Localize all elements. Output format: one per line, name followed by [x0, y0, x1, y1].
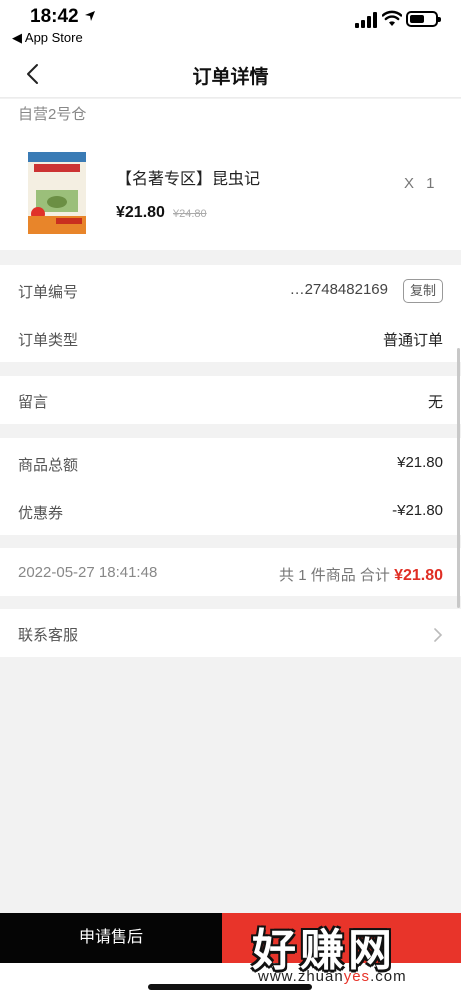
message-value: 无: [427, 394, 443, 411]
order-total-summary: 共 1 件商品 合计 ¥21.80: [279, 564, 443, 585]
chevron-right-icon: [434, 628, 443, 642]
contact-service-label: 联系客服: [18, 627, 79, 644]
order-number-value: …2748482169: [289, 281, 388, 298]
product-price: ¥21.80: [116, 204, 165, 221]
order-total-amount: ¥21.80: [394, 567, 443, 584]
nav-bar: 订单详情: [0, 52, 461, 98]
message-label: 留言: [18, 394, 49, 411]
status-time: 18:42: [30, 6, 79, 27]
coupon-value: -¥21.80: [392, 502, 443, 519]
status-bar: 18:42 ◀ App Store: [0, 0, 461, 52]
warehouse-label: 自营2号仓: [18, 106, 87, 123]
order-datetime: 2022-05-27 18:41:48: [18, 564, 158, 581]
item-count-text: 共 1 件商品 合计: [279, 567, 395, 584]
order-number-label: 订单编号: [18, 284, 79, 301]
battery-icon: [406, 11, 441, 27]
watermark-logo: 好赚网 www.zhuanyes.com: [248, 914, 460, 994]
page-title: 订单详情: [192, 67, 269, 88]
order-type-label: 订单类型: [18, 332, 79, 349]
product-cover-image[interactable]: [28, 152, 86, 234]
copy-order-number-button[interactable]: 复制: [403, 279, 443, 303]
back-to-app-store-link[interactable]: ◀ App Store: [12, 30, 83, 46]
order-info-card: 订单编号 …2748482169 复制 订单类型 普通订单: [0, 265, 461, 362]
amounts-card: 商品总额 ¥21.80 优惠券 -¥21.80: [0, 438, 461, 535]
wifi-icon: [382, 10, 402, 26]
cellular-signal-icon: [355, 12, 377, 28]
product-name[interactable]: 【名著专区】昆虫记: [116, 165, 260, 189]
goods-total-label: 商品总额: [18, 457, 79, 474]
scrollbar[interactable]: [457, 348, 460, 608]
order-type-value: 普通订单: [382, 332, 443, 349]
coupon-label: 优惠券: [18, 505, 64, 522]
order-summary-card: 2022-05-27 18:41:48 共 1 件商品 合计 ¥21.80: [0, 548, 461, 596]
message-card: 留言 无: [0, 376, 461, 424]
apply-after-sale-button[interactable]: 申请售后: [0, 913, 222, 963]
product-original-price: ¥24.80: [173, 208, 207, 220]
product-quantity: X 1: [404, 175, 439, 192]
watermark-url: www.zhuanyes.com: [258, 968, 407, 985]
location-arrow-icon: [85, 11, 95, 21]
product-card: 自营2号仓 【名著专区】昆虫记 ¥21.80 ¥24.80 X 1: [0, 99, 461, 250]
goods-total-value: ¥21.80: [397, 454, 443, 471]
contact-service-row[interactable]: 联系客服: [0, 609, 461, 657]
